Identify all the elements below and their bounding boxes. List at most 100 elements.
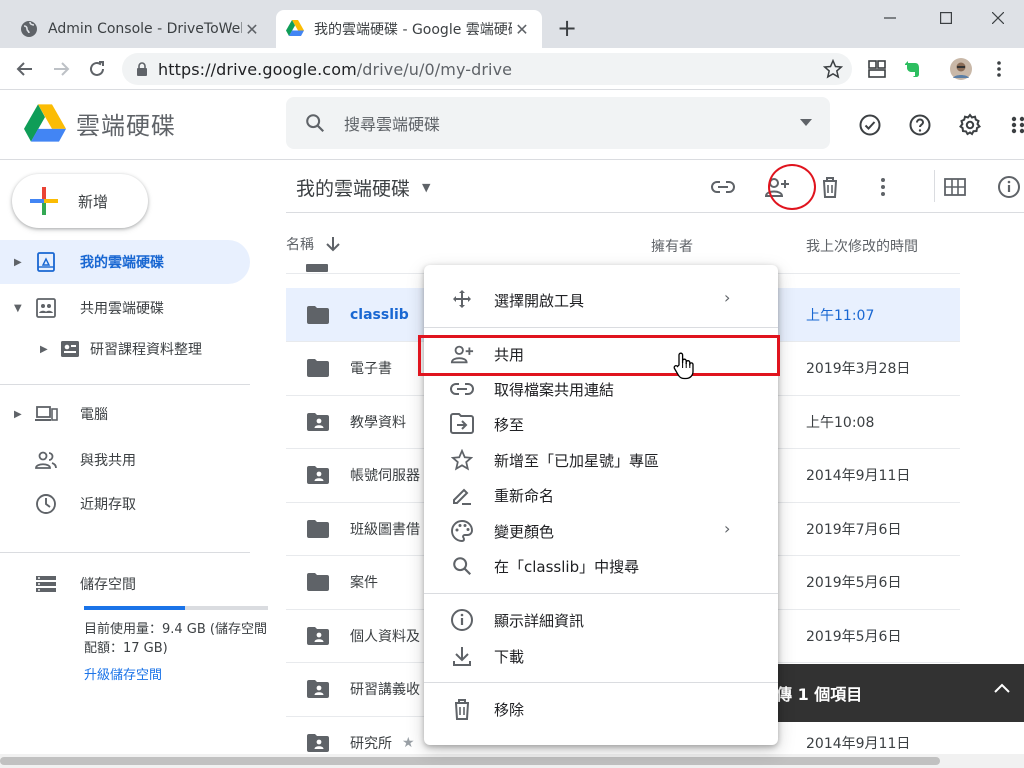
menu-item-label: 下載 bbox=[494, 648, 525, 666]
bookmark-star-icon[interactable] bbox=[820, 56, 846, 82]
shared-drive-folder-icon bbox=[60, 340, 80, 358]
expand-caret-icon[interactable]: ▶ bbox=[14, 257, 26, 268]
sidebar-item-my-drive[interactable]: ▶ 我的雲端硬碟 bbox=[0, 240, 250, 284]
search-input[interactable]: 搜尋雲端硬碟 bbox=[286, 97, 830, 149]
extension-reader-icon[interactable] bbox=[864, 56, 890, 82]
people-icon bbox=[34, 448, 58, 472]
page-title: 我的雲端硬碟 bbox=[296, 178, 411, 200]
offline-check-icon[interactable] bbox=[856, 111, 884, 139]
folder-icon bbox=[306, 517, 330, 541]
tab-close-icon[interactable]: ✕ bbox=[512, 20, 532, 39]
sidebar-divider bbox=[0, 384, 250, 385]
menu-item-rename[interactable]: 重新命名 bbox=[424, 477, 778, 513]
drive-favicon-icon bbox=[286, 20, 304, 38]
breadcrumb[interactable]: 我的雲端硬碟 ▼ bbox=[296, 174, 430, 201]
rename-icon bbox=[450, 483, 474, 507]
drive-logo[interactable]: 雲端硬碟 bbox=[24, 104, 176, 142]
tab-admin-console[interactable]: Admin Console - DriveToWeb ✕ bbox=[10, 10, 272, 48]
window-close-icon[interactable] bbox=[976, 4, 1020, 32]
maximize-icon[interactable] bbox=[924, 4, 968, 32]
file-modified-date: 2014年9月11日 bbox=[806, 468, 911, 484]
column-modified-header[interactable]: 我上次修改的時間 bbox=[806, 236, 918, 256]
tab-title: 我的雲端硬碟 - Google 雲端硬碟 bbox=[314, 22, 512, 38]
menu-item-palette[interactable]: 變更顏色 › bbox=[424, 513, 778, 549]
shared-folder-icon bbox=[306, 463, 330, 487]
details-info-icon[interactable] bbox=[994, 172, 1024, 202]
sidebar-item-shared-drives[interactable]: ▼ 共用雲端硬碟 bbox=[0, 286, 250, 330]
shared-folder-icon bbox=[306, 410, 330, 434]
menu-item-label: 顯示詳細資訊 bbox=[494, 612, 585, 630]
file-modified-date: 2019年3月28日 bbox=[806, 361, 911, 377]
sidebar-item-recent[interactable]: 近期存取 bbox=[0, 482, 250, 526]
menu-item-move[interactable]: 移至 bbox=[424, 406, 778, 442]
menu-divider bbox=[424, 593, 778, 594]
menu-item-download[interactable]: 下載 bbox=[424, 638, 778, 674]
chevron-up-icon[interactable] bbox=[994, 683, 1010, 693]
folder-icon bbox=[306, 570, 330, 594]
get-link-icon[interactable] bbox=[708, 172, 738, 202]
column-name-header[interactable]: 名稱 bbox=[286, 234, 340, 254]
menu-item-label: 新增至「已加星號」專區 bbox=[494, 452, 660, 470]
sidebar-item-label: 共用雲端硬碟 bbox=[80, 301, 164, 317]
menu-item-star[interactable]: 新增至「已加星號」專區 bbox=[424, 442, 778, 478]
menu-item-search[interactable]: 在「classlib」中搜尋 bbox=[424, 548, 778, 584]
reload-icon[interactable] bbox=[84, 56, 110, 82]
more-actions-icon[interactable] bbox=[868, 172, 898, 202]
menu-item-info[interactable]: 顯示詳細資訊 bbox=[424, 602, 778, 638]
file-modified-date: 上午11:07 bbox=[806, 307, 875, 324]
sidebar-item-label: 我的雲端硬碟 bbox=[80, 255, 164, 271]
menu-item-trash[interactable]: 移除 bbox=[424, 691, 778, 727]
profile-avatar-icon[interactable] bbox=[948, 56, 974, 82]
search-icon bbox=[450, 554, 474, 578]
address-bar[interactable]: https://drive.google.com/drive/u/0/my-dr… bbox=[122, 53, 852, 85]
horizontal-scrollbar[interactable] bbox=[0, 754, 1024, 768]
browser-menu-icon[interactable] bbox=[986, 56, 1012, 82]
help-icon[interactable] bbox=[906, 111, 934, 139]
grid-view-icon[interactable] bbox=[940, 172, 970, 202]
tab-google-drive[interactable]: 我的雲端硬碟 - Google 雲端硬碟 ✕ bbox=[276, 10, 542, 48]
collapse-caret-icon[interactable]: ▼ bbox=[14, 303, 26, 314]
menu-item-open-with[interactable]: 選擇開啟工具 › bbox=[424, 282, 778, 318]
toolbar-divider bbox=[934, 170, 935, 202]
evernote-icon[interactable] bbox=[900, 56, 926, 82]
new-button[interactable]: 新增 bbox=[12, 174, 148, 228]
minimize-icon[interactable] bbox=[868, 4, 912, 32]
upgrade-storage-link[interactable]: 升級儲存空間 bbox=[84, 666, 270, 685]
back-arrow-icon[interactable] bbox=[12, 56, 38, 82]
sidebar-item-computers[interactable]: ▶ 電腦 bbox=[0, 392, 250, 436]
sort-down-arrow-icon[interactable] bbox=[326, 236, 340, 252]
forward-arrow-icon[interactable] bbox=[48, 56, 74, 82]
palette-icon bbox=[450, 519, 474, 543]
sidebar-item-shared-with-me[interactable]: 與我共用 bbox=[0, 438, 250, 482]
apps-grid-icon[interactable] bbox=[1004, 111, 1024, 139]
menu-item-label: 在「classlib」中搜尋 bbox=[494, 558, 640, 576]
sidebar-item-storage[interactable]: 儲存空間 bbox=[0, 562, 250, 606]
open-with-icon bbox=[450, 288, 474, 312]
drive-logo-text: 雲端硬碟 bbox=[76, 111, 176, 140]
trash-icon[interactable] bbox=[815, 172, 845, 202]
search-options-dropdown-icon[interactable] bbox=[800, 119, 812, 127]
menu-item-label: 取得檔案共用連結 bbox=[494, 381, 615, 399]
new-button-label: 新增 bbox=[78, 192, 109, 211]
drive-logo-icon bbox=[24, 104, 66, 142]
menu-item-link[interactable]: 取得檔案共用連結 bbox=[424, 371, 778, 407]
new-tab-button[interactable]: + bbox=[554, 14, 580, 44]
move-icon bbox=[450, 412, 474, 436]
tab-close-icon[interactable]: ✕ bbox=[242, 20, 262, 39]
expand-caret-icon[interactable]: ▶ bbox=[40, 344, 56, 355]
storage-usage-fill bbox=[84, 606, 186, 610]
settings-gear-icon[interactable] bbox=[956, 111, 984, 139]
file-modified-date: 2019年5月6日 bbox=[806, 575, 902, 591]
shared-folder-icon bbox=[306, 731, 330, 755]
menu-item-label: 選擇開啟工具 bbox=[494, 292, 585, 310]
submenu-chevron-icon: › bbox=[724, 519, 731, 538]
column-owner-header[interactable]: 擁有者 bbox=[651, 236, 693, 256]
expand-caret-icon[interactable]: ▶ bbox=[14, 409, 26, 420]
file-name: 研究所 bbox=[350, 735, 392, 752]
star-icon bbox=[450, 448, 474, 472]
file-name: classlib bbox=[350, 306, 409, 323]
sidebar-item-shared-drive-training[interactable]: ▶ 研習課程資料整理 bbox=[40, 336, 202, 362]
url-host: https://drive.google.com bbox=[158, 59, 357, 79]
scrollbar-thumb[interactable] bbox=[0, 757, 940, 765]
sidebar-item-label: 與我共用 bbox=[80, 453, 136, 469]
